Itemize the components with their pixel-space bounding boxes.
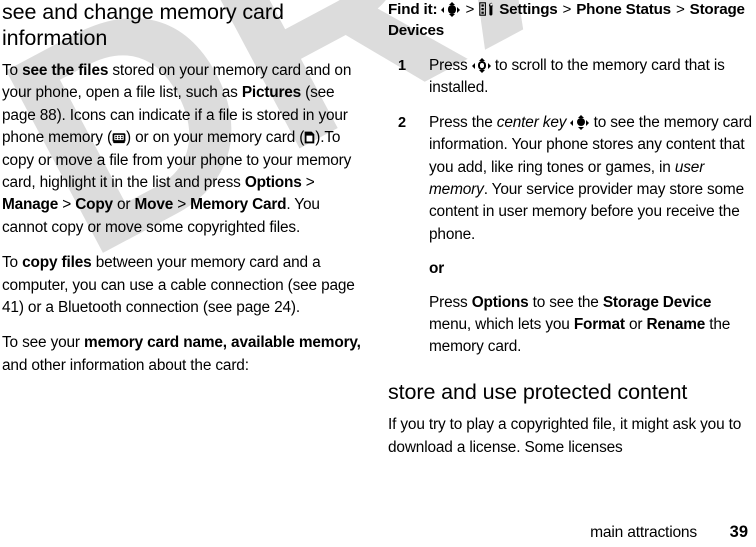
find-it-item-phone-status: Phone Status (576, 1, 671, 18)
text-segment: menu, which lets you (429, 316, 574, 334)
alternative-label-or: or (429, 260, 445, 278)
telephone-icon (112, 129, 126, 143)
menu-separator: > (173, 196, 191, 214)
breadcrumb-separator: > (562, 1, 572, 18)
text-segment: To see your (2, 334, 85, 352)
ui-term-move: Move (134, 196, 174, 214)
text-segment: or (112, 196, 135, 214)
breadcrumb-separator: > (675, 1, 685, 18)
find-it-path: Find it: > Settings > Phone Status > Sto… (388, 0, 756, 41)
text-segment: and other information about the card: (2, 356, 249, 374)
manual-page: see and change memory card information T… (0, 0, 756, 547)
left-column: see and change memory card information T… (2, 0, 366, 377)
text-segment: To (2, 254, 23, 272)
ui-term-rename: Rename (646, 316, 706, 334)
ui-term-pictures: Pictures (241, 84, 301, 102)
settings-tools-icon (479, 2, 495, 16)
page-footer: main attractions 39 (0, 520, 756, 542)
right-column: Find it: > Settings > Phone Status > Sto… (388, 0, 756, 459)
paragraph-protected-content: If you try to play a copyrighted file, i… (388, 416, 742, 456)
footer-page-number: 39 (729, 523, 748, 541)
menu-separator: > (301, 174, 315, 192)
section-title-protected-content: store and use protected content (388, 379, 688, 404)
ui-term-options: Options (244, 174, 302, 192)
ui-term-format: Format (573, 316, 625, 334)
memory-card-icon (304, 129, 315, 144)
text-segment: Press (429, 57, 472, 74)
ui-term-options: Options (471, 293, 529, 311)
ui-term-manage: Manage (2, 196, 59, 214)
text-segment: Press (429, 293, 472, 311)
step-number: 1 (398, 58, 406, 74)
text-segment: to see the (528, 293, 603, 311)
paragraph-card-info: To see your memory card name, available … (2, 332, 366, 377)
text-segment: To (2, 62, 23, 79)
emphasis-see-the-files: see the files (22, 62, 109, 79)
text-segment: or (624, 316, 647, 334)
find-it-label: Find it: (388, 1, 438, 18)
ui-term-memory-card: Memory Card (190, 196, 287, 214)
step-item: 2 Press the center key to see the memory … (388, 112, 756, 246)
italic-center-key: center key (496, 113, 567, 131)
footer-inner: main attractions 39 (590, 523, 748, 542)
menu-separator: > (58, 196, 76, 214)
find-it-item-settings: Settings (499, 1, 558, 18)
center-key-icon (570, 114, 590, 130)
ui-term-copy: Copy (75, 196, 113, 214)
paragraph-copy-files: To copy files between your memory card a… (2, 252, 366, 319)
paragraph-storage-device-menu: Press Options to see the Storage Device … (388, 292, 756, 359)
step-number: 2 (398, 114, 406, 131)
emphasis-copy-files: copy files (22, 254, 92, 272)
scroll-key-icon (471, 58, 491, 73)
nav-key-icon (441, 2, 461, 17)
breadcrumb-separator: > (465, 1, 475, 18)
page-title: see and change memory card information (2, 0, 284, 50)
text-segment: ) or on your memory card ( (125, 129, 305, 147)
footer-section-label: main attractions (590, 524, 697, 541)
paragraph-see-the-files: To see the files stored on your memory c… (2, 60, 366, 239)
ui-term-storage-device: Storage Device (602, 293, 712, 311)
step-item: 1 Press to scroll to the memory card that… (388, 55, 756, 100)
emphasis-memory-card-name: memory card name, available memory, (84, 334, 361, 352)
text-segment: Press the (429, 113, 497, 131)
